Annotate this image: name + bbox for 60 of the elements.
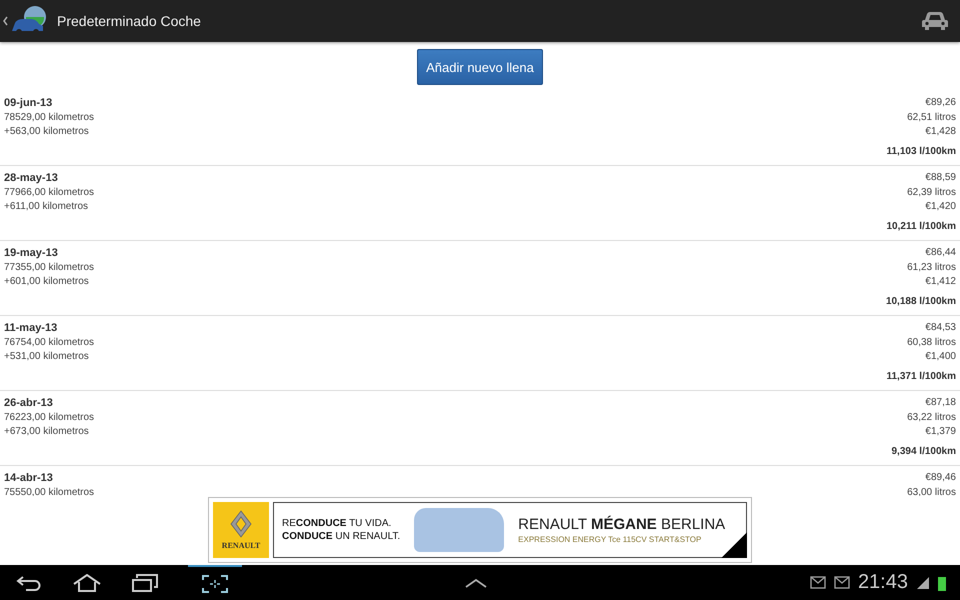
entry-date: 09-jun-13 <box>4 96 54 110</box>
fill-cost: €87,18 <box>925 396 956 410</box>
entry-date: 26-abr-13 <box>4 396 54 410</box>
signal-icon <box>916 576 930 590</box>
fuel-price: €1,428 <box>925 125 956 139</box>
fuel-price: €1,379 <box>925 425 956 439</box>
fuel-volume: 63,22 litros <box>907 410 956 424</box>
entry-date: 14-abr-13 <box>4 471 54 486</box>
fill-cost: €86,44 <box>925 246 956 260</box>
entry-date: 28-may-13 <box>4 171 59 186</box>
fill-cost: €84,53 <box>925 321 956 335</box>
fuel-volume: 62,51 litros <box>907 110 956 124</box>
distance-driven: +563,00 kilometros <box>4 125 90 139</box>
home-icon[interactable] <box>72 574 102 592</box>
ad-slogan: CONDUCE UN RENAULT. <box>282 530 400 543</box>
brand-name: RENAULT <box>222 541 260 550</box>
fuel-consumption: 11,103 l/100km <box>885 146 956 156</box>
odometer-reading: 77355,00 kilometros <box>4 260 94 274</box>
entry-date: 11-may-13 <box>4 321 58 336</box>
back-icon[interactable] <box>16 574 42 590</box>
clock: 21:43 <box>858 571 908 594</box>
diamond-logo-icon <box>230 510 252 538</box>
fuel-consumption: 11,371 l/100km <box>885 370 956 382</box>
fuel-price: €1,400 <box>925 350 956 364</box>
fill-cost: €89,46 <box>925 471 956 485</box>
caret-up-icon[interactable] <box>464 578 488 588</box>
ad-headline: RENAULT MÉGANE BERLINA <box>518 516 726 533</box>
mail-icon <box>834 576 850 589</box>
odometer-reading: 76223,00 kilometros <box>4 410 94 424</box>
fuel-consumption: 9,394 l/100km <box>890 446 956 456</box>
fill-cost: €88,59 <box>925 171 956 185</box>
back-caret-icon[interactable] <box>3 16 8 26</box>
odometer-reading: 78529,00 kilometros <box>4 110 94 124</box>
battery-icon <box>938 574 946 590</box>
fuel-volume: 63,00 litros <box>907 486 956 496</box>
distance-driven: +531,00 kilometros <box>4 350 90 364</box>
add-fillup-button[interactable]: Añadir nuevo llena <box>417 49 543 85</box>
ad-banner[interactable]: RENAULT RECONDUCE TU VIDA. CONDUCE UN RENAULT. RENAULT MÉGANE BERLINA EXPRESSION ENERGY Tce 115CV START&STOP <box>208 497 752 563</box>
distance-driven: +601,00 kilometros <box>4 275 90 289</box>
distance-driven: +611,00 kilometros <box>4 200 90 214</box>
fuel-consumption: 10,211 l/100km <box>885 220 956 232</box>
odometer-reading: 76754,00 kilometros <box>4 336 94 350</box>
fuel-volume: 60,38 litros <box>907 336 956 350</box>
odometer-reading: 77966,00 kilometros <box>4 186 94 200</box>
screenshot-icon <box>202 574 228 592</box>
fuel-consumption: 10,188 l/100km <box>884 296 956 306</box>
distance-driven: +673,00 kilometros <box>4 425 90 439</box>
odometer-reading: 75550,00 kilometros <box>4 486 94 496</box>
car-icon[interactable] <box>922 11 948 31</box>
recent-apps-icon[interactable] <box>132 574 158 592</box>
ad-subline: EXPRESSION ENERGY Tce 115CV START&STOP <box>518 535 702 544</box>
fuel-volume: 62,39 litros <box>907 186 956 200</box>
screen-title: Predeterminado Coche <box>57 13 201 29</box>
notification-icon <box>810 576 826 589</box>
fuel-volume: 61,23 litros <box>907 260 956 274</box>
fuel-price: €1,420 <box>925 200 956 214</box>
entry-date: 19-may-13 <box>4 246 59 260</box>
fuel-price: €1,412 <box>925 275 956 289</box>
fill-cost: €89,26 <box>925 96 956 110</box>
ad-slogan: RECONDUCE TU VIDA. <box>282 517 392 530</box>
